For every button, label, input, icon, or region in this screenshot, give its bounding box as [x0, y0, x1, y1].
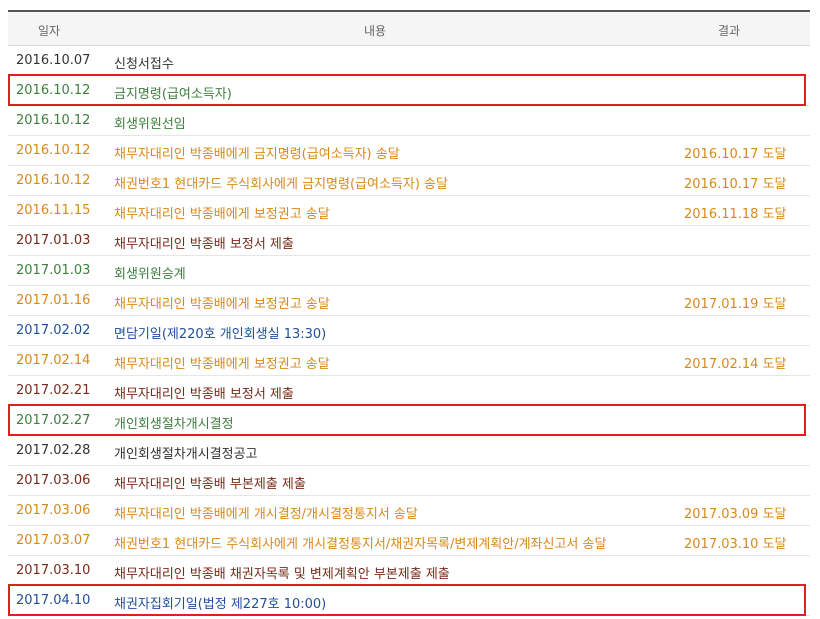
- row-date: 2017.03.06: [16, 503, 91, 518]
- row-date: 2017.02.02: [16, 323, 91, 338]
- row-result: 2017.01.19 도달: [684, 297, 787, 312]
- table-row: 2017.02.21 채무자대리인 박종배 보정서 제출: [8, 376, 810, 406]
- table-row: 2016.10.12 회생위원선임: [8, 106, 810, 136]
- row-date: 2017.02.21: [16, 383, 91, 398]
- row-result: 2017.03.09 도달: [684, 507, 787, 522]
- row-date: 2017.03.06: [16, 473, 91, 488]
- row-date: 2017.02.27: [16, 413, 91, 428]
- row-content: 채무자대리인 박종배에게 금지명령(급여소득자) 송달: [114, 147, 400, 162]
- row-content: 채권번호1 현대카드 주식회사에게 개시결정통지서/채권자목록/변제계획안/계좌…: [114, 537, 607, 552]
- table-row: 2017.02.27 개인회생절차개시결정: [8, 406, 810, 436]
- table-row: 2016.10.12 채권번호1 현대카드 주식회사에게 금지명령(급여소득자) …: [8, 166, 810, 196]
- header-result: 결과: [718, 24, 741, 38]
- table-row: 2017.03.07 채권번호1 현대카드 주식회사에게 개시결정통지서/채권자목…: [8, 526, 810, 556]
- row-content: 채무자대리인 박종배에게 보정권고 송달: [114, 357, 330, 372]
- row-date: 2017.03.07: [16, 533, 91, 548]
- table-row: 2016.10.12 채무자대리인 박종배에게 금지명령(급여소득자) 송달 201…: [8, 136, 810, 166]
- row-content: 회생위원승계: [114, 267, 186, 282]
- row-date: 2017.03.10: [16, 563, 91, 578]
- row-content: 회생위원선임: [114, 117, 186, 132]
- case-history-table: 일자 내용 결과 2016.10.07 신청서접수 2016.10.12 금지명령(급…: [8, 10, 810, 616]
- table-header: 일자 내용 결과: [8, 12, 810, 46]
- table-row: 2017.01.03 회생위원승계: [8, 256, 810, 286]
- row-date: 2016.10.07: [16, 53, 91, 68]
- row-date: 2016.10.12: [16, 83, 91, 98]
- row-date: 2017.01.03: [16, 263, 91, 278]
- table-row: 2017.03.06 채무자대리인 박종배에게 개시결정/개시결정통지서 송달 20…: [8, 496, 810, 526]
- row-content: 채무자대리인 박종배 보정서 제출: [114, 387, 294, 402]
- row-content: 금지명령(급여소득자): [114, 87, 232, 102]
- row-content: 채무자대리인 박종배에게 보정권고 송달: [114, 297, 330, 312]
- table-row: 2017.01.16 채무자대리인 박종배에게 보정권고 송달 2017.01.19…: [8, 286, 810, 316]
- row-content: 채무자대리인 박종배 부본제출 제출: [114, 477, 306, 492]
- row-date: 2016.10.12: [16, 113, 91, 128]
- header-content: 내용: [364, 24, 387, 38]
- row-content: 면담기일(제220호 개인회생실 13:30): [114, 327, 327, 342]
- table-row: 2016.10.12 금지명령(급여소득자): [8, 76, 810, 106]
- row-result: 2016.10.17 도달: [684, 177, 787, 192]
- row-date: 2016.10.12: [16, 143, 91, 158]
- row-content: 채무자대리인 박종배 보정서 제출: [114, 237, 294, 252]
- row-result: 2017.03.10 도달: [684, 537, 787, 552]
- row-result: 2017.02.14 도달: [684, 357, 787, 372]
- table-row: 2017.03.10 채무자대리인 박종배 채권자목록 및 변제계획안 부본제출 …: [8, 556, 810, 586]
- table-row: 2017.03.06 채무자대리인 박종배 부본제출 제출: [8, 466, 810, 496]
- row-date: 2017.04.10: [16, 593, 91, 608]
- header-date: 일자: [38, 24, 61, 38]
- row-result: 2016.10.17 도달: [684, 147, 787, 162]
- row-date: 2017.01.03: [16, 233, 91, 248]
- row-date: 2017.02.14: [16, 353, 91, 368]
- row-date: 2017.02.28: [16, 443, 91, 458]
- row-content: 개인회생절차개시결정공고: [114, 447, 258, 462]
- table-row: 2017.02.28 개인회생절차개시결정공고: [8, 436, 810, 466]
- row-content: 채무자대리인 박종배 채권자목록 및 변제계획안 부본제출 제출: [114, 567, 450, 582]
- row-content: 신청서접수: [114, 57, 174, 72]
- table-body: 2016.10.07 신청서접수 2016.10.12 금지명령(급여소득자) 2016…: [8, 46, 810, 616]
- row-result: 2016.11.18 도달: [684, 207, 787, 222]
- table-row: 2016.10.07 신청서접수: [8, 46, 810, 76]
- row-content: 채무자대리인 박종배에게 보정권고 송달: [114, 207, 330, 222]
- row-content: 개인회생절차개시결정: [114, 417, 234, 432]
- row-date: 2016.11.15: [16, 203, 91, 218]
- row-content: 채권자집회기일(법정 제227호 10:00): [114, 597, 327, 612]
- row-date: 2017.01.16: [16, 293, 91, 308]
- table-row: 2017.02.02 면담기일(제220호 개인회생실 13:30): [8, 316, 810, 346]
- row-content: 채무자대리인 박종배에게 개시결정/개시결정통지서 송달: [114, 507, 418, 522]
- table-row: 2017.04.10 채권자집회기일(법정 제227호 10:00): [8, 586, 810, 616]
- table-row: 2017.01.03 채무자대리인 박종배 보정서 제출: [8, 226, 810, 256]
- table-row: 2016.11.15 채무자대리인 박종배에게 보정권고 송달 2016.11.18…: [8, 196, 810, 226]
- row-content: 채권번호1 현대카드 주식회사에게 금지명령(급여소득자) 송달: [114, 177, 448, 192]
- table-row: 2017.02.14 채무자대리인 박종배에게 보정권고 송달 2017.02.14…: [8, 346, 810, 376]
- row-date: 2016.10.12: [16, 173, 91, 188]
